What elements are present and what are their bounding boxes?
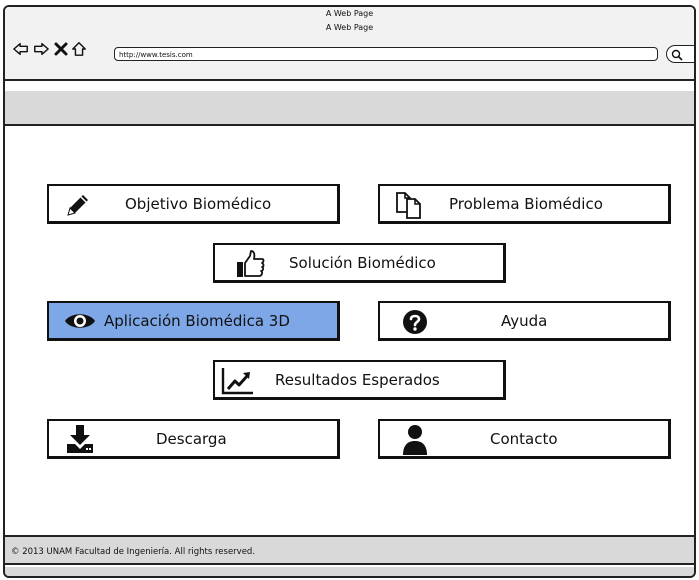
browser-window: A Web Page A Web Page http://www.tesis.c… (3, 5, 696, 578)
back-arrow-icon[interactable] (13, 41, 29, 57)
objetivo-biomedico-button[interactable]: Objetivo Biomédico (47, 184, 340, 224)
status-bar (5, 567, 694, 576)
problema-biomedico-label: Problema Biomédico (449, 194, 603, 213)
eye-icon (63, 309, 97, 333)
search-button[interactable] (666, 45, 694, 63)
copy-documents-icon (394, 190, 426, 220)
problema-biomedico-button[interactable]: Problema Biomédico (378, 184, 671, 224)
home-icon[interactable] (71, 41, 87, 57)
stop-icon[interactable] (53, 41, 69, 57)
question-circle-icon (402, 309, 428, 335)
solucion-biomedico-button[interactable]: Solución Biomédico (213, 243, 506, 283)
navigation-bar (5, 91, 694, 126)
url-input[interactable]: http://www.tesis.com (114, 47, 658, 61)
pencil-icon (64, 191, 92, 219)
solucion-biomedico-label: Solución Biomédico (289, 253, 436, 272)
page-title: A Web Page (5, 21, 694, 35)
descarga-label: Descarga (156, 429, 227, 448)
aplicacion-biomedica-3d-button[interactable]: Aplicación Biomédica 3D (47, 301, 340, 341)
contacto-button[interactable]: Contacto (378, 419, 671, 459)
thumbs-up-icon (234, 248, 266, 280)
resultados-esperados-label: Resultados Esperados (275, 370, 440, 389)
download-icon (65, 424, 95, 454)
window-title: A Web Page (5, 7, 694, 22)
descarga-button[interactable]: Descarga (47, 419, 340, 459)
user-icon (402, 424, 428, 456)
ayuda-label: Ayuda (501, 311, 548, 330)
footer-copyright: © 2013 UNAM Facultad de Ingeniería. All … (5, 535, 694, 565)
objetivo-biomedico-label: Objetivo Biomédico (125, 194, 272, 213)
line-chart-icon (220, 367, 254, 395)
resultados-esperados-button[interactable]: Resultados Esperados (213, 360, 506, 400)
ayuda-button[interactable]: Ayuda (378, 301, 671, 341)
aplicacion-biomedica-3d-label: Aplicación Biomédica 3D (104, 311, 290, 330)
search-icon (671, 49, 683, 61)
contacto-label: Contacto (490, 429, 558, 448)
forward-arrow-icon[interactable] (33, 41, 49, 57)
